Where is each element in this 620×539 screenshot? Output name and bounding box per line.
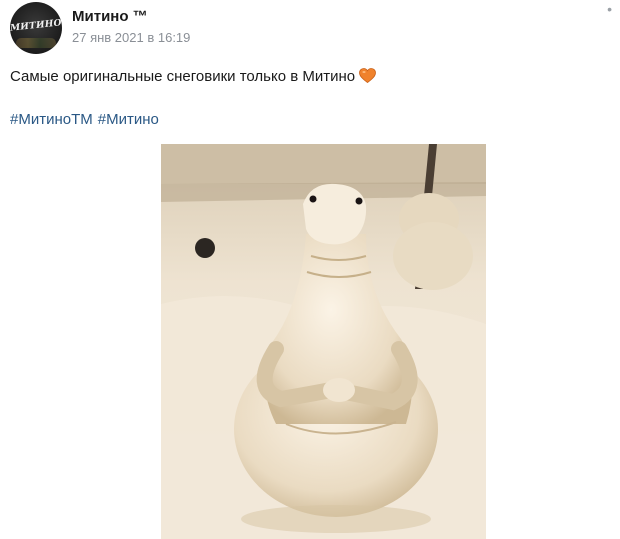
post-photo[interactable] [161, 144, 486, 539]
avatar-decoration [16, 38, 56, 48]
hashtag-link[interactable]: #Митино [98, 111, 159, 128]
author-name[interactable]: Митино ™ [72, 8, 148, 25]
avatar-logo-text: МИТИНО [10, 18, 62, 34]
hashtags: #МитиноТМ #Митино [10, 111, 164, 128]
orange-heart-icon [359, 68, 377, 87]
post-header: МИТИНО Митино ™ 27 янв 2021 в 16:19 • [10, 2, 612, 54]
post-text: Самые оригинальные снеговики только в Ми… [10, 68, 377, 87]
avatar[interactable]: МИТИНО [10, 2, 62, 54]
snowman-photo-illustration [161, 144, 486, 539]
post-date[interactable]: 27 янв 2021 в 16:19 [72, 30, 190, 45]
post-text-content: Самые оригинальные снеговики только в Ми… [10, 68, 356, 85]
more-dots-icon[interactable]: • [607, 2, 612, 16]
hashtag-link[interactable]: #МитиноТМ [10, 111, 93, 128]
